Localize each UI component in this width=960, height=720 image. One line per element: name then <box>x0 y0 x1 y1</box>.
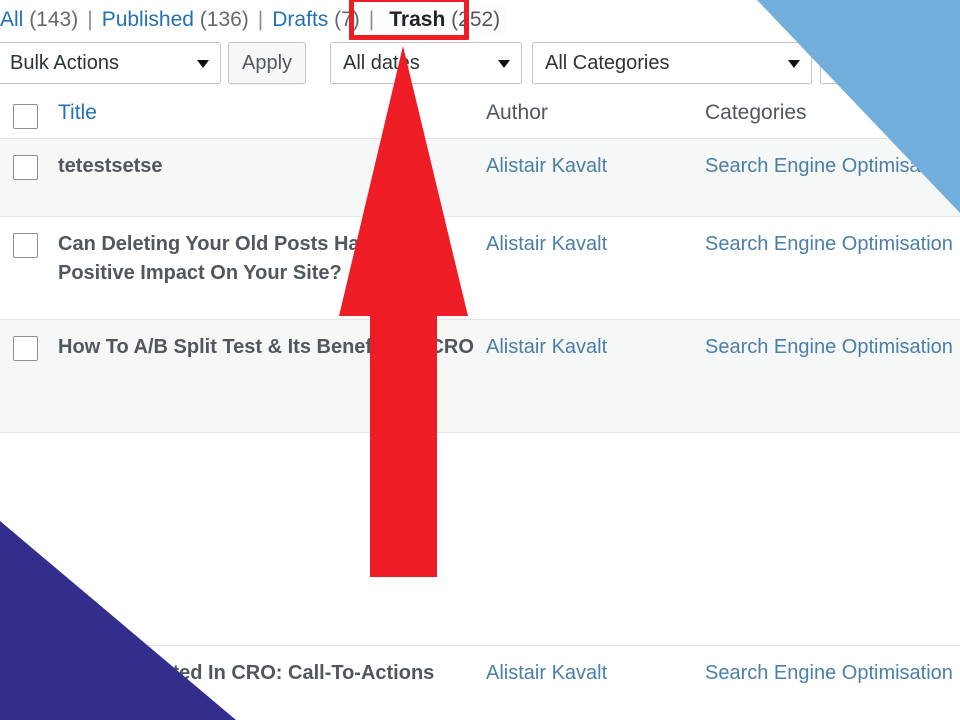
chevron-down-icon <box>197 60 209 68</box>
row-categories-cell[interactable]: Search Engine Optimisation <box>705 139 955 181</box>
date-filter-select[interactable]: All dates <box>330 42 522 84</box>
column-header-author-label: Author <box>486 101 548 124</box>
view-link-published-label[interactable]: Published <box>102 8 194 31</box>
post-status-views: All (143) | Published (136) | Drafts (7)… <box>0 0 960 40</box>
row-categories-link[interactable]: Search Engine Optimisation <box>705 320 955 362</box>
row-author-cell[interactable]: Alistair Kavalt <box>486 646 696 688</box>
chevron-down-icon <box>498 60 510 68</box>
select-all-checkbox-cell[interactable] <box>13 104 38 129</box>
row-checkbox-cell[interactable] <box>13 336 38 361</box>
list-table-toolbar: Bulk Actions Apply All dates All Categor… <box>0 40 960 88</box>
table-row-obscured <box>0 433 960 646</box>
row-checkbox-cell[interactable] <box>13 155 38 180</box>
select-all-checkbox[interactable] <box>13 104 38 129</box>
view-link-all-label[interactable]: All <box>0 8 23 31</box>
row-title-cell[interactable]: Can Deleting Your Old Posts Have A Posit… <box>58 217 478 288</box>
chevron-down-icon <box>788 60 800 68</box>
view-link-published-count: (136) <box>199 8 249 31</box>
column-header-title-label[interactable]: Title <box>58 88 97 125</box>
row-author-cell[interactable]: Alistair Kavalt <box>486 139 696 181</box>
apply-button-label: Apply <box>241 51 293 74</box>
trash-highlight-annotation <box>349 0 469 40</box>
table-row[interactable]: tetestsetse Alistair Kavalt Search Engin… <box>0 139 960 217</box>
row-author-link[interactable]: Alistair Kavalt <box>486 139 696 181</box>
row-categories-link[interactable]: Search Engine Optimisation <box>705 139 955 181</box>
row-title-cell[interactable]: Getting Started In CRO: Call-To-Actions <box>58 646 478 688</box>
view-separator-2: | <box>257 8 264 31</box>
column-header-title[interactable]: Title <box>58 88 478 125</box>
row-checkbox[interactable] <box>13 233 38 258</box>
view-link-all-count: (143) <box>29 8 79 31</box>
row-title-cell[interactable]: tetestsetse <box>58 139 478 181</box>
date-filter-label: All dates <box>343 51 420 74</box>
column-header-author: Author <box>486 88 696 125</box>
table-row[interactable]: Getting Started In CRO: Call-To-Actions … <box>0 646 960 720</box>
row-author-cell[interactable]: Alistair Kavalt <box>486 320 696 362</box>
row-author-link[interactable]: Alistair Kavalt <box>486 217 696 259</box>
row-checkbox[interactable] <box>13 336 38 361</box>
row-title-cell[interactable]: How To A/B Split Test & Its Benefits To … <box>58 320 478 362</box>
row-categories-link[interactable]: Search Engine Optimisation <box>705 646 955 688</box>
category-filter-select[interactable]: All Categories <box>532 42 812 84</box>
row-author-cell[interactable]: Alistair Kavalt <box>486 217 696 259</box>
bulk-actions-label: Bulk Actions <box>10 51 119 74</box>
view-link-drafts-label[interactable]: Drafts <box>272 8 328 31</box>
row-title-link[interactable]: Can Deleting Your Old Posts Have A Posit… <box>58 217 478 288</box>
row-title-link[interactable]: Getting Started In CRO: Call-To-Actions <box>58 646 478 688</box>
view-link-all[interactable]: All (143) <box>0 8 78 32</box>
table-row[interactable]: Can Deleting Your Old Posts Have A Posit… <box>0 217 960 320</box>
row-author-link[interactable]: Alistair Kavalt <box>486 320 696 362</box>
table-header-row: Title Author Categories <box>0 88 960 139</box>
row-categories-link[interactable]: Search Engine Optimisation <box>705 217 955 259</box>
row-checkbox[interactable] <box>13 155 38 180</box>
row-title-link[interactable]: tetestsetse <box>58 139 478 181</box>
row-author-link[interactable]: Alistair Kavalt <box>486 646 696 688</box>
screen-root: All (143) | Published (136) | Drafts (7)… <box>0 0 960 720</box>
category-filter-label: All Categories <box>545 51 670 74</box>
row-checkbox-cell[interactable] <box>13 233 38 258</box>
row-categories-cell[interactable]: Search Engine Optimisation <box>705 320 955 362</box>
row-categories-cell[interactable]: Search Engine Optimisation <box>705 217 955 259</box>
bulk-actions-select[interactable]: Bulk Actions <box>0 42 221 84</box>
row-categories-cell[interactable]: Search Engine Optimisation <box>705 646 955 688</box>
row-title-link[interactable]: How To A/B Split Test & Its Benefits To … <box>58 320 478 362</box>
apply-button[interactable]: Apply <box>228 42 306 84</box>
additional-filter-button[interactable] <box>820 42 960 84</box>
view-link-published[interactable]: Published (136) <box>102 8 249 32</box>
table-row[interactable]: How To A/B Split Test & Its Benefits To … <box>0 320 960 433</box>
view-link-drafts[interactable]: Drafts (7) <box>272 8 360 32</box>
posts-list-table: Title Author Categories tetestsetse Alis… <box>0 88 960 720</box>
column-header-categories: Categories <box>705 88 955 125</box>
column-header-categories-label: Categories <box>705 101 807 124</box>
view-separator-1: | <box>87 8 93 31</box>
